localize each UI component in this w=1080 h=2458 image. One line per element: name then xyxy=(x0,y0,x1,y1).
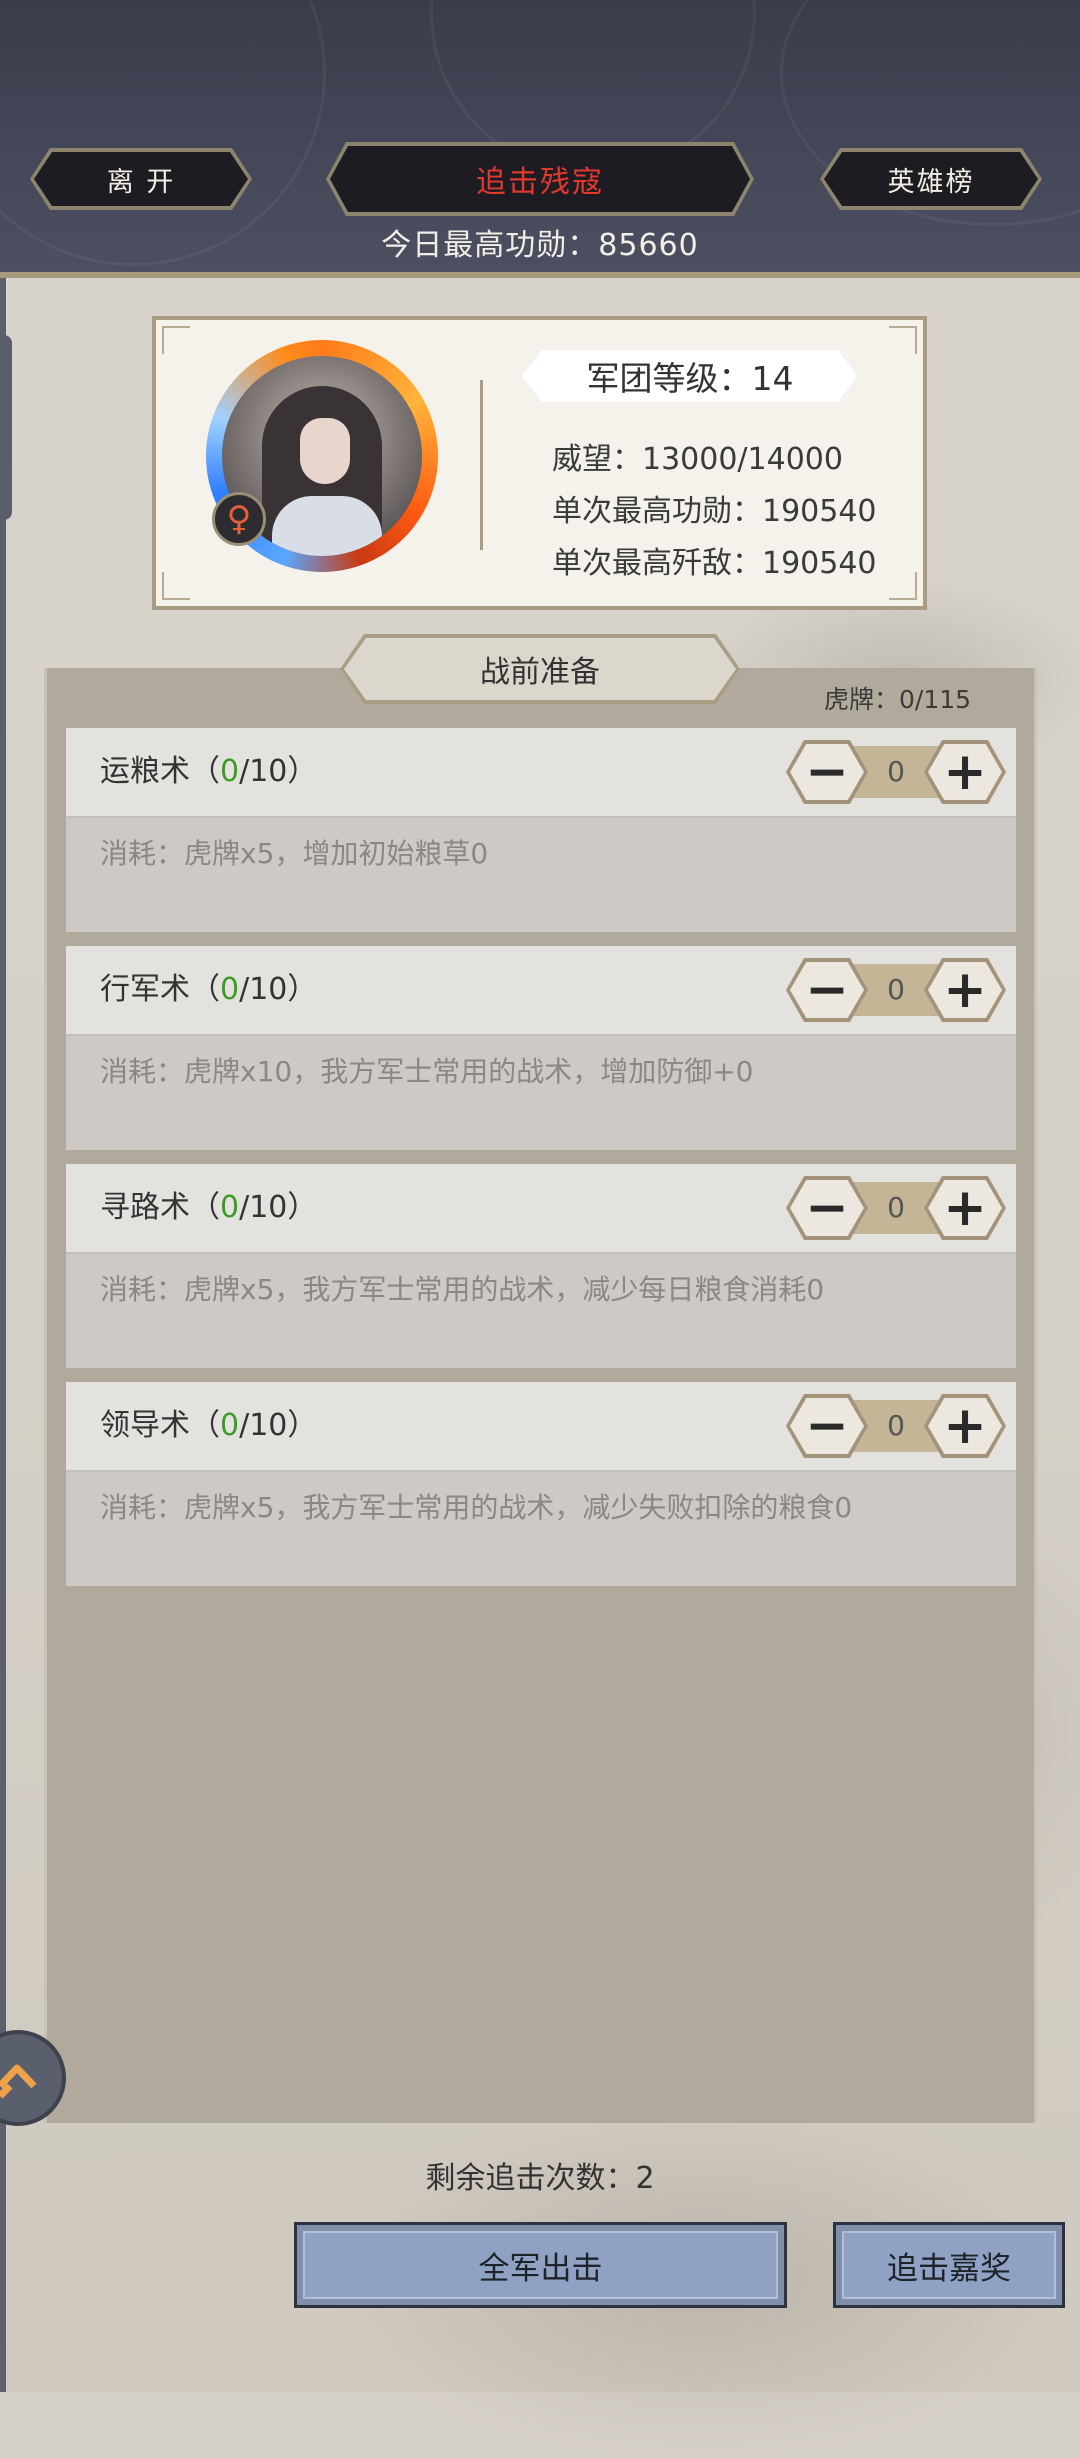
skill-description: 消耗：虎牌x5，增加初始粮草0 xyxy=(100,837,489,870)
skill-name: 领导术（0/10） xyxy=(100,1408,318,1443)
attack-all-label: 全军出击 xyxy=(303,2231,778,2299)
skill-row: 领导术（0/10） 0 − + 消耗：虎牌x5，我方军士常用的战术，减少失败扣除… xyxy=(66,1382,1016,1586)
minus-icon: − xyxy=(790,1180,864,1236)
card-divider xyxy=(480,380,483,550)
plus-icon: + xyxy=(928,962,1002,1018)
side-drawer-handle[interactable] xyxy=(0,335,12,520)
skill-row: 寻路术（0/10） 0 − + 消耗：虎牌x5，我方军士常用的战术，减少每日粮食… xyxy=(66,1164,1016,1368)
skill-stepper: 0 − + xyxy=(786,1176,1006,1240)
hero-ranking-button[interactable]: 英雄榜 xyxy=(820,148,1042,210)
hero-ranking-label: 英雄榜 xyxy=(824,152,1038,206)
skill-row: 运粮术（0/10） 0 − + 消耗：虎牌x5，增加初始粮草0 xyxy=(66,728,1016,932)
skill-description: 消耗：虎牌x10，我方军士常用的战术，增加防御+0 xyxy=(100,1055,754,1088)
attack-all-button[interactable]: 全军出击 xyxy=(294,2222,787,2308)
skill-name: 运粮术（0/10） xyxy=(100,754,318,789)
plus-icon: + xyxy=(928,744,1002,800)
minus-icon: − xyxy=(790,962,864,1018)
leave-button-label: 离 开 xyxy=(34,152,248,206)
minus-icon: − xyxy=(790,744,864,800)
plus-icon: + xyxy=(928,1398,1002,1454)
pre-battle-tab: 战前准备 xyxy=(340,634,740,704)
skill-name: 行军术（0/10） xyxy=(100,972,318,1007)
skill-stepper: 0 − + xyxy=(786,740,1006,804)
skill-description: 消耗：虎牌x5，我方军士常用的战术，减少失败扣除的粮食0 xyxy=(100,1491,853,1524)
skill-stepper: 0 − + xyxy=(786,1394,1006,1458)
pre-battle-title: 战前准备 xyxy=(344,638,736,700)
legion-level: 军团等级：14 xyxy=(522,350,858,402)
best-merit: 单次最高功勋：190540 xyxy=(552,494,877,529)
chevron-up-icon xyxy=(0,2064,37,2099)
best-kills: 单次最高歼敌：190540 xyxy=(552,546,877,581)
skill-name: 寻路术（0/10） xyxy=(100,1190,318,1225)
leave-button[interactable]: 离 开 xyxy=(30,148,252,210)
prestige: 威望：13000/14000 xyxy=(552,442,843,477)
female-icon: ♀ xyxy=(212,492,266,546)
tiger-token-count: 虎牌：0/115 xyxy=(824,685,972,714)
mode-title-label: 追击残寇 xyxy=(330,146,750,212)
minus-icon: − xyxy=(790,1398,864,1454)
today-best-merit: 今日最高功勋：85660 xyxy=(381,228,699,263)
legion-profile-card: ♀ 军团等级：14 威望：13000/14000 单次最高功勋：190540 单… xyxy=(152,316,927,610)
mode-title: 追击残寇 xyxy=(326,142,754,216)
skill-stepper: 0 − + xyxy=(786,958,1006,1022)
skill-description: 消耗：虎牌x5，我方军士常用的战术，减少每日粮食消耗0 xyxy=(100,1273,825,1306)
top-bar: 离 开 追击残寇 英雄榜 今日最高功勋：85660 xyxy=(0,0,1080,278)
pursuit-reward-button[interactable]: 追击嘉奖 xyxy=(833,2222,1065,2308)
remaining-attempts: 剩余追击次数：2 xyxy=(425,2161,655,2196)
skill-row: 行军术（0/10） 0 − + 消耗：虎牌x10，我方军士常用的战术，增加防御+… xyxy=(66,946,1016,1150)
plus-icon: + xyxy=(928,1180,1002,1236)
pursuit-reward-label: 追击嘉奖 xyxy=(842,2231,1056,2299)
